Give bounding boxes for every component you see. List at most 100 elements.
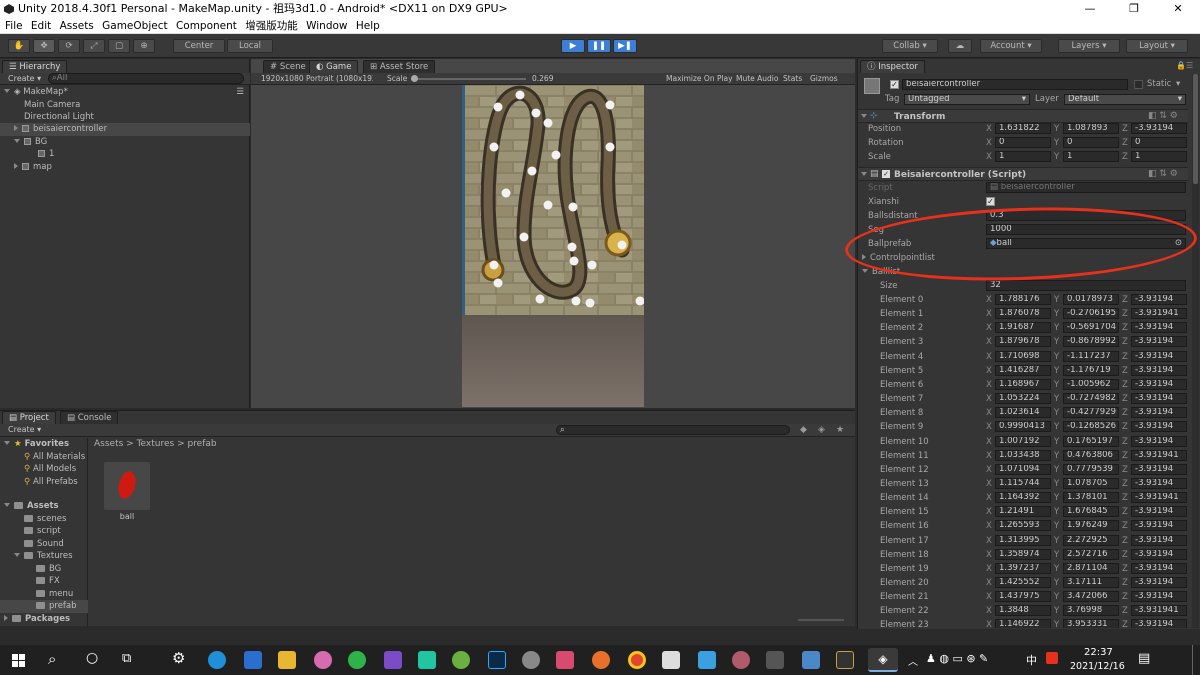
element-y-field[interactable]: 1.976249	[1063, 520, 1119, 532]
assets-section[interactable]: Assets	[4, 500, 59, 513]
element-z-field[interactable]: -3.93194	[1131, 294, 1187, 305]
element-z-field[interactable]: -3.93194	[1131, 619, 1187, 628]
element-x-field[interactable]: 1.146922	[995, 619, 1051, 628]
element-z-field[interactable]: -3.93194	[1131, 378, 1187, 390]
element-z-field[interactable]: -3.93194	[1131, 350, 1187, 362]
gizmos-dropdown[interactable]: Gizmos	[810, 73, 838, 85]
ballsdistant-field[interactable]: 0.3	[986, 210, 1186, 221]
tray-expand-icon[interactable]: ︿	[908, 653, 918, 668]
element-x-field[interactable]: 1.313995	[995, 534, 1051, 546]
folder-item[interactable]: BG	[36, 563, 61, 576]
rotation-z-field[interactable]: 0	[1131, 137, 1187, 148]
element-y-field[interactable]: -0.5691704	[1063, 322, 1119, 334]
position-z-field[interactable]: -3.93194	[1131, 123, 1187, 134]
scale-z-field[interactable]: 1	[1131, 151, 1187, 162]
hierarchy-item-beisaiercontroller[interactable]: beisaiercontroller	[0, 123, 250, 136]
scale-slider-handle[interactable]	[411, 75, 418, 82]
scale-x-field[interactable]: 1	[995, 151, 1051, 162]
element-y-field[interactable]: 0.7779539	[1063, 463, 1119, 475]
scale-y-field[interactable]: 1	[1063, 151, 1119, 162]
folder-item[interactable]: menu	[36, 588, 73, 601]
favorite-item[interactable]: ⚲ All Materials	[24, 451, 85, 464]
tray-app-icon[interactable]	[1046, 652, 1058, 664]
element-x-field[interactable]: 1.033438	[995, 449, 1051, 461]
element-x-field[interactable]: 1.3848	[995, 605, 1051, 617]
transform-component-header[interactable]: ⊹ Transform ◧ ⇅ ⚙	[858, 109, 1188, 123]
windows-start-icon[interactable]	[12, 654, 25, 667]
task-view-icon[interactable]: ⧉	[122, 651, 131, 666]
filter-type-icon[interactable]: ◆	[800, 425, 807, 435]
layout-button[interactable]: Layout ▾	[1126, 39, 1188, 53]
element-y-field[interactable]: -1.117237	[1063, 350, 1119, 362]
minimize-button[interactable]: —	[1068, 0, 1112, 18]
element-x-field[interactable]: 1.168967	[995, 378, 1051, 390]
element-z-field[interactable]: -3.93194	[1131, 534, 1187, 546]
folder-item[interactable]: Textures	[14, 550, 73, 563]
element-x-field[interactable]: 1.071094	[995, 463, 1051, 475]
hierarchy-search-input[interactable]: ⌕All	[48, 73, 244, 84]
component-settings-icon[interactable]: ◧ ⇅ ⚙	[1148, 169, 1178, 179]
browser-360-icon[interactable]	[348, 651, 366, 669]
element-x-field[interactable]: 1.788176	[995, 294, 1051, 305]
element-y-field[interactable]: -0.7274982	[1063, 393, 1119, 405]
mail-icon[interactable]	[244, 651, 262, 669]
app-icon[interactable]	[662, 651, 680, 669]
app-icon[interactable]	[698, 651, 716, 669]
scrollbar-thumb[interactable]	[1193, 74, 1198, 184]
element-y-field[interactable]: 2.871104	[1063, 562, 1119, 574]
element-x-field[interactable]: 1.265593	[995, 520, 1051, 532]
element-x-field[interactable]: 1.21491	[995, 506, 1051, 518]
firefox-icon[interactable]	[592, 651, 610, 669]
element-y-field[interactable]: -0.4277929	[1063, 407, 1119, 419]
hierarchy-item-main-camera[interactable]: Main Camera	[24, 99, 80, 112]
ballprefab-field[interactable]: ◆ball ⊙	[986, 238, 1186, 249]
scale-tool-icon[interactable]: ⤢	[83, 39, 105, 53]
show-desktop-button[interactable]	[1192, 645, 1193, 675]
layer-dropdown[interactable]: Default ▾	[1064, 94, 1186, 105]
scene-row[interactable]: ◈ MakeMap* ☰	[4, 86, 248, 99]
element-x-field[interactable]: 1.710698	[995, 350, 1051, 362]
size-field[interactable]: 32	[986, 280, 1186, 291]
element-y-field[interactable]: -1.005962	[1063, 378, 1119, 390]
menu-window[interactable]: Window	[306, 20, 347, 32]
maximize-on-play-toggle[interactable]: Maximize On Play	[666, 73, 733, 85]
element-x-field[interactable]: 1.164392	[995, 492, 1051, 504]
collab-button[interactable]: Collab ▾	[882, 39, 938, 53]
element-z-field[interactable]: -3.931941	[1131, 605, 1187, 617]
favorite-item[interactable]: ⚲ All Prefabs	[24, 476, 78, 489]
chrome-icon[interactable]	[628, 651, 646, 669]
packages-section[interactable]: Packages	[4, 613, 70, 626]
favorite-star-icon[interactable]: ★	[836, 425, 844, 435]
element-z-field[interactable]: -3.93194	[1131, 591, 1187, 603]
rotate-tool-icon[interactable]: ⟳	[58, 39, 80, 53]
menu-help[interactable]: Help	[356, 20, 380, 32]
hierarchy-item-bg[interactable]: BG	[14, 136, 47, 149]
game-app-icon[interactable]	[836, 651, 854, 669]
rotation-y-field[interactable]: 0	[1063, 137, 1119, 148]
element-y-field[interactable]: 3.953331	[1063, 619, 1119, 628]
element-y-field[interactable]: -0.8678992	[1063, 336, 1119, 348]
tab-hierarchy[interactable]: ☰ Hierarchy	[2, 60, 68, 73]
object-name-field[interactable]: beisaiercontroller	[902, 79, 1128, 90]
step-button[interactable]: ▶❚	[613, 39, 637, 53]
element-y-field[interactable]: 1.378101	[1063, 492, 1119, 504]
folder-item[interactable]: script	[24, 525, 61, 538]
element-z-field[interactable]: -3.93194	[1131, 506, 1187, 518]
pivot-local-button[interactable]: Local	[227, 39, 273, 53]
hierarchy-item-map[interactable]: map	[14, 161, 52, 174]
app-icon[interactable]	[802, 651, 820, 669]
element-x-field[interactable]: 1.416287	[995, 364, 1051, 376]
element-y-field[interactable]: 0.4763806	[1063, 449, 1119, 461]
inspector-scrollbar[interactable]	[1192, 74, 1199, 628]
element-x-field[interactable]: 1.876078	[995, 308, 1051, 320]
element-x-field[interactable]: 1.397237	[995, 562, 1051, 574]
lock-icon[interactable]: 🔒☰	[1176, 61, 1193, 70]
pivot-center-button[interactable]: Center	[173, 39, 225, 53]
tab-scene[interactable]: # Scene	[263, 60, 313, 73]
tab-console[interactable]: ▤ Console	[60, 411, 119, 424]
maximize-button[interactable]: ❐	[1112, 0, 1156, 18]
element-z-field[interactable]: -3.93194	[1131, 548, 1187, 560]
element-x-field[interactable]: 1.425552	[995, 577, 1051, 588]
element-x-field[interactable]: 1.007192	[995, 435, 1051, 447]
app-icon[interactable]	[452, 651, 470, 669]
